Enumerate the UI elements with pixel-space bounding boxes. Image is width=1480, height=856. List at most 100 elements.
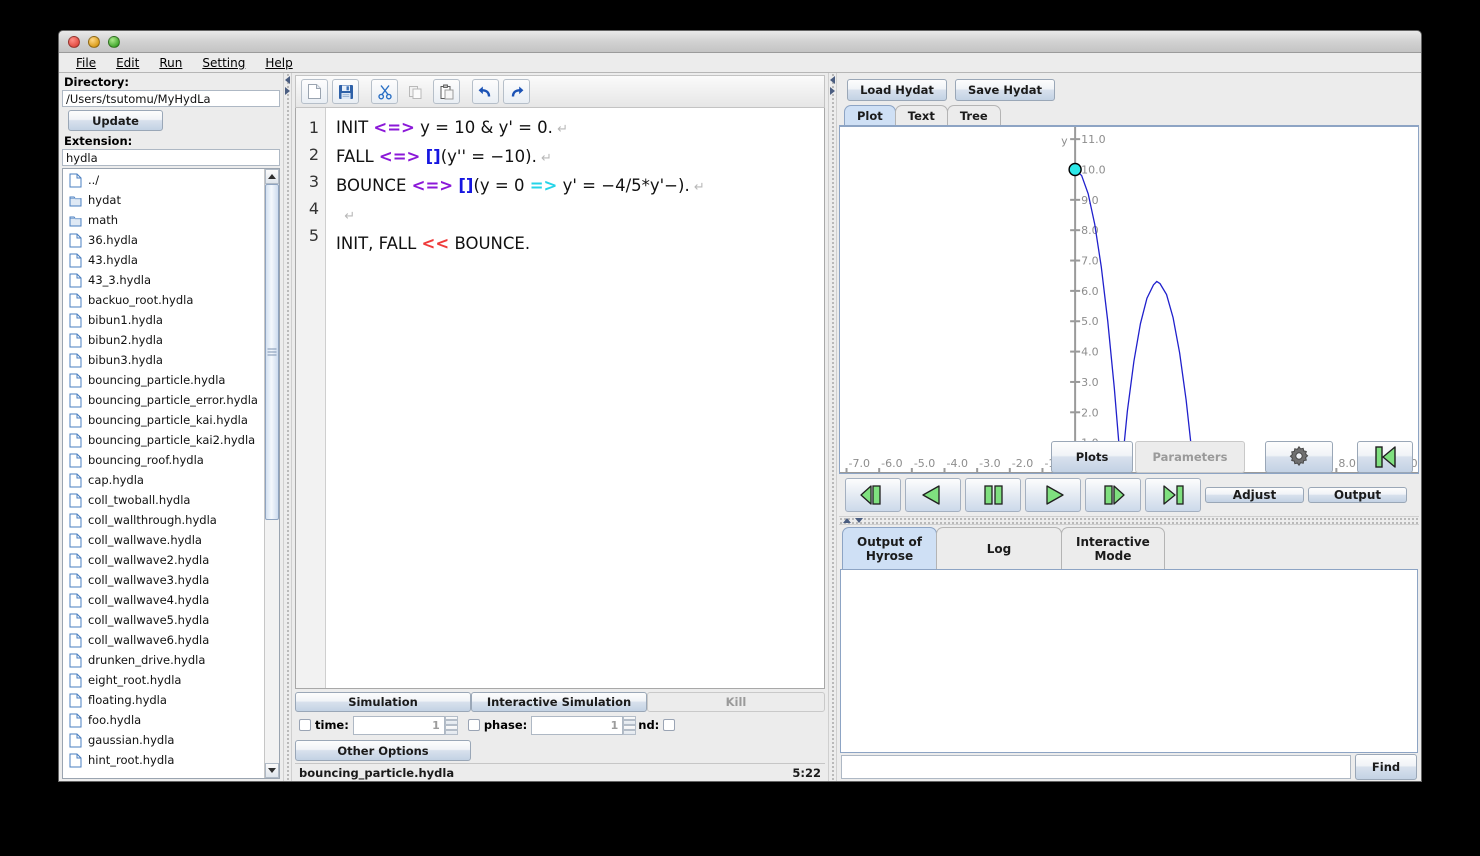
file-list-item[interactable]: 36.hydla — [63, 230, 264, 250]
file-list-item[interactable]: gaussian.hydla — [63, 730, 264, 750]
other-options-button[interactable]: Other Options — [295, 740, 471, 761]
right-splitter[interactable] — [828, 73, 837, 781]
time-spinner[interactable]: 1 — [352, 715, 458, 735]
window-maximize-button[interactable] — [108, 35, 120, 48]
time-spinner-buttons[interactable] — [444, 715, 458, 735]
file-list-item[interactable]: bouncing_particle_kai.hydla — [63, 410, 264, 430]
tab-tree[interactable]: Tree — [946, 105, 1001, 125]
file-list[interactable]: ../ hydat math 36.hydla 43.hydla 43_3.hydla ba… — [63, 169, 264, 778]
step-back-icon[interactable] — [845, 478, 901, 512]
extension-input[interactable]: hydla — [62, 149, 280, 166]
window-minimize-button[interactable] — [88, 35, 100, 48]
menu-setting[interactable]: Setting — [192, 55, 255, 71]
save-icon[interactable] — [332, 79, 359, 104]
splitter-collapse-down-icon[interactable] — [855, 518, 863, 523]
file-list-item[interactable]: hint_root.hydla — [63, 750, 264, 770]
window-close-button[interactable] — [68, 35, 80, 48]
file-list-item[interactable]: math — [63, 210, 264, 230]
code-content[interactable]: INIT <=> y = 10 & y' = 0. ↵ FALL <=> [](… — [326, 108, 824, 688]
file-list-item[interactable]: bouncing_roof.hydla — [63, 450, 264, 470]
scrollbar-thumb[interactable] — [265, 184, 279, 520]
menu-run[interactable]: Run — [149, 55, 192, 71]
file-list-item[interactable]: 43.hydla — [63, 250, 264, 270]
file-list-item[interactable]: ../ — [63, 170, 264, 190]
file-list-item[interactable]: drunken_drive.hydla — [63, 650, 264, 670]
file-list-item[interactable]: coll_wallthrough.hydla — [63, 510, 264, 530]
tab-interactive-mode[interactable]: Interactive Mode — [1061, 527, 1165, 569]
rewind-icon[interactable] — [905, 478, 961, 512]
save-hydat-button[interactable]: Save Hydat — [955, 79, 1055, 101]
phase-spinner[interactable]: 1 — [531, 715, 637, 735]
code-editor[interactable]: 1 2 3 4 5 INIT <=> y = 10 & y' = 0. ↵ FALL <… — [295, 108, 825, 689]
file-list-item[interactable]: coll_wallwave4.hydla — [63, 590, 264, 610]
tab-plot[interactable]: Plot — [844, 105, 896, 125]
scroll-down-button[interactable] — [265, 763, 279, 778]
play-icon[interactable] — [1025, 478, 1081, 512]
file-list-item[interactable]: coll_wallwave2.hydla — [63, 550, 264, 570]
time-spinner-up[interactable] — [444, 715, 458, 725]
plot-canvas[interactable]: 1.02.03.04.05.06.07.08.09.010.011.0-7.0-… — [839, 126, 1419, 474]
phase-checkbox[interactable] — [467, 719, 480, 731]
file-list-item[interactable]: floating.hydla — [63, 690, 264, 710]
time-spinner-down[interactable] — [444, 725, 458, 735]
left-splitter[interactable] — [283, 73, 292, 781]
skip-to-start-icon[interactable] — [1357, 441, 1413, 473]
update-button[interactable]: Update — [68, 110, 163, 131]
file-list-item[interactable]: bibun2.hydla — [63, 330, 264, 350]
splitter-collapse-up-icon[interactable] — [843, 518, 851, 523]
file-list-item[interactable]: coll_twoball.hydla — [63, 490, 264, 510]
file-list-item[interactable]: eight_root.hydla — [63, 670, 264, 690]
gear-icon[interactable] — [1265, 441, 1333, 473]
file-list-item[interactable]: foo.hydla — [63, 710, 264, 730]
undo-icon[interactable] — [472, 79, 499, 104]
nd-checkbox[interactable] — [663, 719, 676, 731]
phase-spinner-up[interactable] — [623, 715, 637, 725]
splitter-collapse-left-icon[interactable] — [285, 76, 290, 84]
file-list-item[interactable]: coll_wallwave.hydla — [63, 530, 264, 550]
new-file-icon[interactable] — [301, 79, 328, 104]
file-list-item[interactable]: coll_wallwave6.hydla — [63, 630, 264, 650]
file-list-item[interactable]: hydat — [63, 190, 264, 210]
file-list-item[interactable]: bouncing_particle_error.hydla — [63, 390, 264, 410]
step-forward-icon[interactable] — [1085, 478, 1141, 512]
file-list-item[interactable]: bibun1.hydla — [63, 310, 264, 330]
file-list-item[interactable]: bouncing_particle.hydla — [63, 370, 264, 390]
time-input[interactable]: 1 — [352, 715, 445, 735]
right-splitter-collapse-right-icon[interactable] — [830, 87, 835, 95]
scroll-up-button[interactable] — [265, 169, 279, 184]
file-list-item[interactable]: coll_wallwave3.hydla — [63, 570, 264, 590]
file-list-item[interactable]: 43_3.hydla — [63, 270, 264, 290]
file-list-item[interactable]: coll_wallwave5.hydla — [63, 610, 264, 630]
cut-icon[interactable] — [371, 79, 398, 104]
output-button[interactable]: Output — [1308, 487, 1407, 503]
redo-icon[interactable] — [503, 79, 530, 104]
file-list-item[interactable]: bibun3.hydla — [63, 350, 264, 370]
right-splitter-collapse-left-icon[interactable] — [830, 76, 835, 84]
load-hydat-button[interactable]: Load Hydat — [847, 79, 947, 101]
directory-input[interactable]: /Users/tsutomu/MyHydLa — [62, 90, 280, 107]
adjust-button[interactable]: Adjust — [1205, 487, 1304, 503]
file-list-item[interactable]: bouncing_particle_kai2.hydla — [63, 430, 264, 450]
menu-edit[interactable]: Edit — [106, 55, 149, 71]
file-list-scrollbar[interactable] — [264, 169, 279, 778]
file-list-item[interactable]: cap.hydla — [63, 470, 264, 490]
phase-input[interactable]: 1 — [531, 715, 624, 735]
tab-text[interactable]: Text — [894, 105, 948, 125]
phase-spinner-down[interactable] — [623, 725, 637, 735]
file-list-item[interactable]: backuo_root.hydla — [63, 290, 264, 310]
paste-icon[interactable] — [433, 79, 460, 104]
tab-log[interactable]: Log — [936, 527, 1062, 569]
phase-spinner-buttons[interactable] — [623, 715, 637, 735]
simulation-button[interactable]: Simulation — [295, 692, 471, 712]
horizontal-splitter[interactable] — [839, 516, 1419, 525]
interactive-simulation-button[interactable]: Interactive Simulation — [471, 692, 647, 712]
find-input[interactable] — [841, 755, 1351, 779]
scrollbar-track[interactable] — [265, 184, 279, 763]
splitter-collapse-right-icon[interactable] — [285, 87, 290, 95]
time-checkbox[interactable] — [299, 719, 311, 731]
menu-file[interactable]: File — [66, 55, 106, 71]
plots-button[interactable]: Plots — [1051, 441, 1133, 473]
pause-icon[interactable] — [965, 478, 1021, 512]
skip-to-end-icon[interactable] — [1145, 478, 1201, 512]
output-text-area[interactable] — [840, 569, 1418, 753]
